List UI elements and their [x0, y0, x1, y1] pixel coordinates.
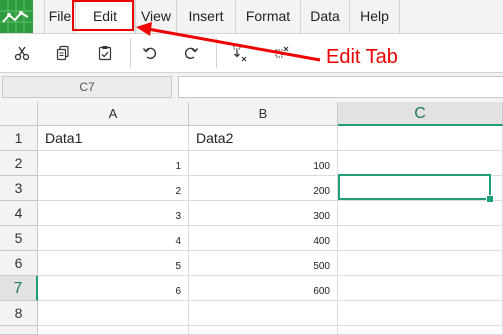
cell-a3[interactable]: 2 — [38, 176, 189, 201]
active-cell-selection[interactable] — [338, 174, 491, 200]
fill-handle[interactable] — [486, 195, 494, 203]
cell-a7[interactable]: 6 — [38, 276, 189, 301]
formula-input[interactable] — [178, 76, 503, 98]
name-box[interactable]: C7 — [2, 76, 172, 98]
cell-b8[interactable] — [189, 301, 338, 326]
row-header-7[interactable]: 7 — [0, 276, 38, 301]
cell-a1[interactable]: Data1 — [38, 126, 189, 151]
column-header-a[interactable]: A — [38, 102, 189, 126]
row-header-9[interactable] — [0, 326, 38, 335]
cell-c6[interactable] — [338, 251, 503, 276]
cell-b6[interactable]: 500 — [189, 251, 338, 276]
cell-b7[interactable]: 600 — [189, 276, 338, 301]
formula-bar: C7 — [0, 73, 503, 103]
cell-c7[interactable] — [338, 276, 503, 301]
row-header-8[interactable]: 8 — [0, 301, 38, 326]
cell-a2[interactable]: 1 — [38, 151, 189, 176]
cell-c2[interactable] — [338, 151, 503, 176]
cell-b5[interactable]: 400 — [189, 226, 338, 251]
annotation-label: Edit Tab — [326, 46, 398, 68]
cell-c1[interactable] — [338, 126, 503, 151]
row-header-3[interactable]: 3 — [0, 176, 38, 201]
cell-c5[interactable] — [338, 226, 503, 251]
cell-a8[interactable] — [38, 301, 189, 326]
row-header-2[interactable]: 2 — [0, 151, 38, 176]
row-header-5[interactable]: 5 — [0, 226, 38, 251]
column-header-c[interactable]: C — [338, 102, 503, 126]
cell-a9[interactable] — [38, 326, 189, 335]
cell-c4[interactable] — [338, 201, 503, 226]
cell-c8[interactable] — [338, 301, 503, 326]
cell-b2[interactable]: 100 — [189, 151, 338, 176]
row-header-6[interactable]: 6 — [0, 251, 38, 276]
cell-c9[interactable] — [338, 326, 503, 335]
spreadsheet-grid: A B C 1 2 3 4 5 6 7 8 Data1 Data2 1 100 … — [0, 102, 503, 335]
cell-a4[interactable]: 3 — [38, 201, 189, 226]
select-all-corner[interactable] — [0, 102, 38, 126]
row-header-1[interactable]: 1 — [0, 126, 38, 151]
cell-b9[interactable] — [189, 326, 338, 335]
cell-b3[interactable]: 200 — [189, 176, 338, 201]
cell-a5[interactable]: 4 — [38, 226, 189, 251]
column-header-b[interactable]: B — [189, 102, 338, 126]
cell-a6[interactable]: 5 — [38, 251, 189, 276]
row-header-4[interactable]: 4 — [0, 201, 38, 226]
cell-b4[interactable]: 300 — [189, 201, 338, 226]
cell-b1[interactable]: Data2 — [189, 126, 338, 151]
